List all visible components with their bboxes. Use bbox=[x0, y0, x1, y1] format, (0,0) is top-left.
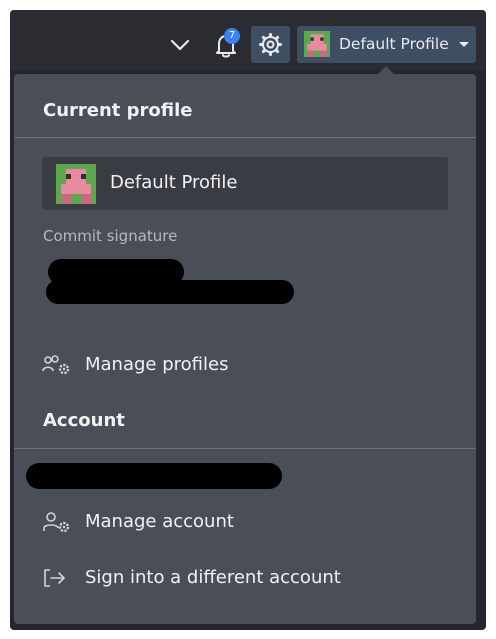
divider bbox=[14, 448, 476, 449]
manage-account-label: Manage account bbox=[85, 511, 234, 532]
divider bbox=[14, 137, 476, 138]
settings-button[interactable] bbox=[251, 26, 290, 63]
profile-dropdown-panel: Current profile Default Profile Commit s… bbox=[14, 74, 476, 624]
dropdown-notch bbox=[378, 66, 394, 74]
app-window: 7 Default Profile Current profile Defaul… bbox=[10, 10, 486, 630]
gear-icon bbox=[259, 33, 282, 56]
user-gear-icon bbox=[43, 512, 70, 533]
profile-switcher-button[interactable]: Default Profile bbox=[297, 26, 476, 63]
avatar bbox=[304, 31, 330, 57]
current-profile-item[interactable]: Default Profile bbox=[42, 157, 448, 210]
commit-signature-label: Commit signature bbox=[43, 227, 178, 245]
avatar bbox=[56, 164, 96, 204]
sign-in-different-account-label: Sign into a different account bbox=[85, 567, 341, 588]
sign-in-arrow-icon bbox=[44, 569, 65, 587]
notification-count-badge: 7 bbox=[224, 28, 240, 44]
account-heading: Account bbox=[43, 410, 125, 431]
current-profile-heading: Current profile bbox=[43, 100, 193, 121]
chevron-down-icon[interactable] bbox=[168, 34, 192, 56]
caret-down-icon bbox=[459, 42, 469, 47]
profile-name: Default Profile bbox=[110, 172, 238, 193]
top-toolbar: 7 Default Profile bbox=[10, 10, 486, 70]
notifications-button[interactable]: 7 bbox=[212, 28, 240, 60]
profile-button-label: Default Profile bbox=[339, 35, 449, 53]
manage-profiles-label: Manage profiles bbox=[85, 354, 229, 375]
users-gear-icon bbox=[42, 355, 70, 375]
redaction-mark bbox=[26, 463, 282, 489]
redaction-mark bbox=[46, 280, 294, 304]
